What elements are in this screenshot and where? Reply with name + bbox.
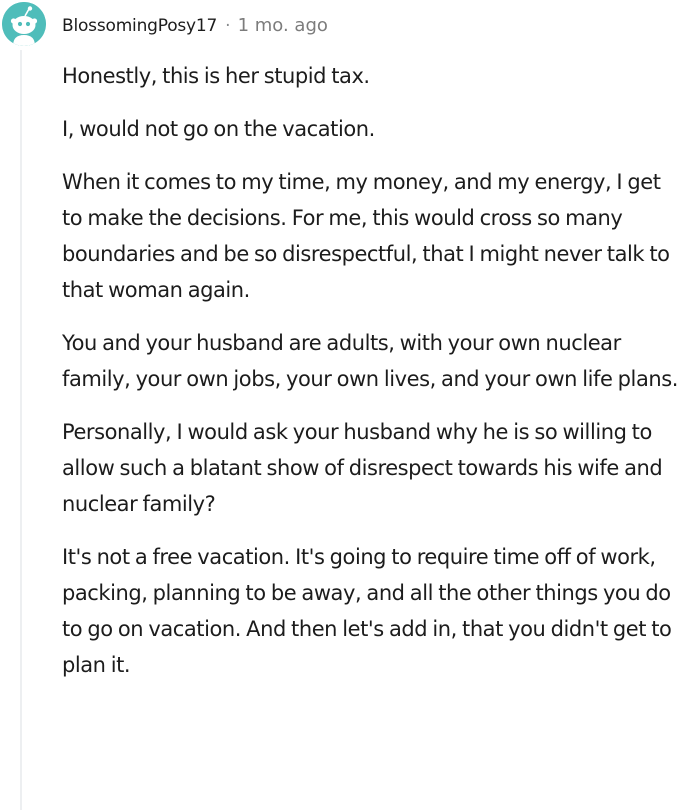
paragraph: It's not a free vacation. It's going to … [62, 545, 672, 677]
paragraph: You and your husband are adults, with yo… [62, 331, 678, 391]
comment: BlossomingPosy17 · 1 mo. ago Honestly, t… [0, 0, 700, 810]
avatar[interactable] [2, 2, 46, 46]
paragraph: When it comes to my time, my money, and … [62, 170, 670, 302]
reddit-snoo-avatar-icon [2, 2, 46, 46]
paragraph: Personally, I would ask your husband why… [62, 420, 663, 516]
timestamp[interactable]: 1 mo. ago [238, 14, 328, 38]
comment-header: BlossomingPosy17 · 1 mo. ago [62, 14, 328, 38]
separator-dot: · [225, 16, 231, 36]
comment-body: Honestly, this is her stupid tax. I, wou… [62, 58, 682, 700]
paragraph: I, would not go on the vacation. [62, 117, 375, 141]
paragraph: Honestly, this is her stupid tax. [62, 64, 370, 88]
thread-line[interactable] [20, 50, 22, 810]
username-link[interactable]: BlossomingPosy17 [62, 14, 217, 38]
